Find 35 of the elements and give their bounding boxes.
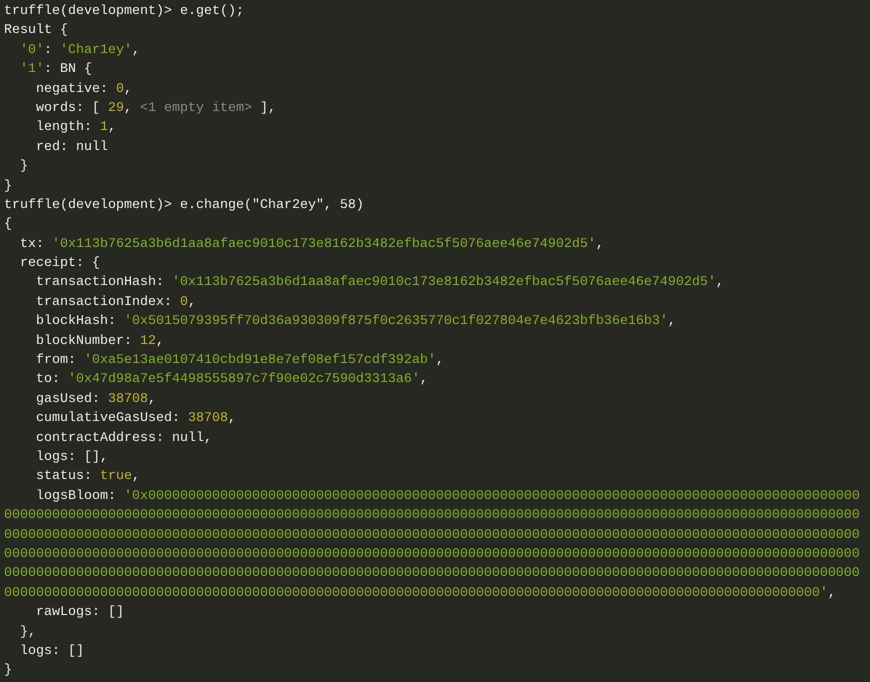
console-line: 00000000000000000000000000000000000000000000000000000000000000000000000000000000000000000000000000000000000 — [4, 546, 860, 564]
console-line: } — [4, 662, 12, 680]
console-line: receipt: { — [18, 255, 100, 274]
console-line: logsBloom: '0x00000000000000000000000000000000000000000000000000000000000000000000000000000000000000000 — [34, 488, 860, 506]
console-line: length: 1, — [34, 119, 116, 138]
console-line: Result { — [4, 22, 68, 40]
console-line: } — [18, 158, 28, 176]
console-line: '0': 'Char1ey', — [18, 42, 140, 60]
console-line: truffle(development)> e.get(); — [4, 3, 244, 21]
console-line: logs: [], — [34, 448, 108, 467]
console-line: logs: [] — [18, 642, 84, 661]
console-line: transactionIndex: 0, — [34, 294, 196, 312]
console-line: from: '0xa5e13ae0107410cbd91e8e7ef08ef157cdf392ab', — [34, 352, 444, 370]
console-line: to: '0x47d98a7e5f4498555897c7f90e02c7590d3313a6', — [34, 371, 428, 390]
console-line: gasUsed: 38708, — [34, 390, 156, 409]
console-line: 00000000000000000000000000000000000000000000000000000000000000000000000000000000000000000000000000000000000 — [4, 507, 860, 526]
console-line: blockNumber: 12, — [34, 332, 164, 351]
console-line: tx: '0x113b7625a3b6d1aa8afaec9010c173e8162b3482efbac5f5076aee46e74902d5', — [18, 236, 604, 254]
console-line: rawLogs: [] — [34, 604, 124, 622]
console-line: red: null — [34, 138, 108, 157]
console-line: 00000000000000000000000000000000000000000000000000000000000000000000000000000000000000000000000000000000000 — [4, 565, 860, 584]
console-line: cumulativeGasUsed: 38708, — [34, 410, 236, 428]
console-line: 000000000000000000000000000000000000000000000000000000000000000000000000000000000000000000000000000000', — [4, 584, 836, 603]
console-line: 00000000000000000000000000000000000000000000000000000000000000000000000000000000000000000000000000000000000 — [4, 526, 860, 545]
console-line: contractAddress: null, — [34, 430, 212, 448]
console-line: transactionHash: '0x113b7625a3b6d1aa8afaec9010c173e8162b3482efbac5f5076aee46e74902d5', — [34, 274, 724, 292]
console-line: status: true, — [34, 468, 140, 486]
console-line: truffle(development)> e.change("Char2ey", 58) — [4, 196, 364, 215]
console-line: words: [ 29, <1 empty item> ], — [34, 100, 276, 118]
console-line: { — [4, 216, 12, 234]
console-line: negative: 0, — [34, 80, 132, 99]
console-line: '1': BN { — [18, 61, 92, 80]
console-line: blockHash: '0x5015079395ff70d36a930309f875f0c2635770c1f027804e7e4623bfb36e16b3', — [34, 313, 676, 332]
console-line: } — [4, 178, 12, 196]
console-line: }, — [18, 624, 36, 642]
